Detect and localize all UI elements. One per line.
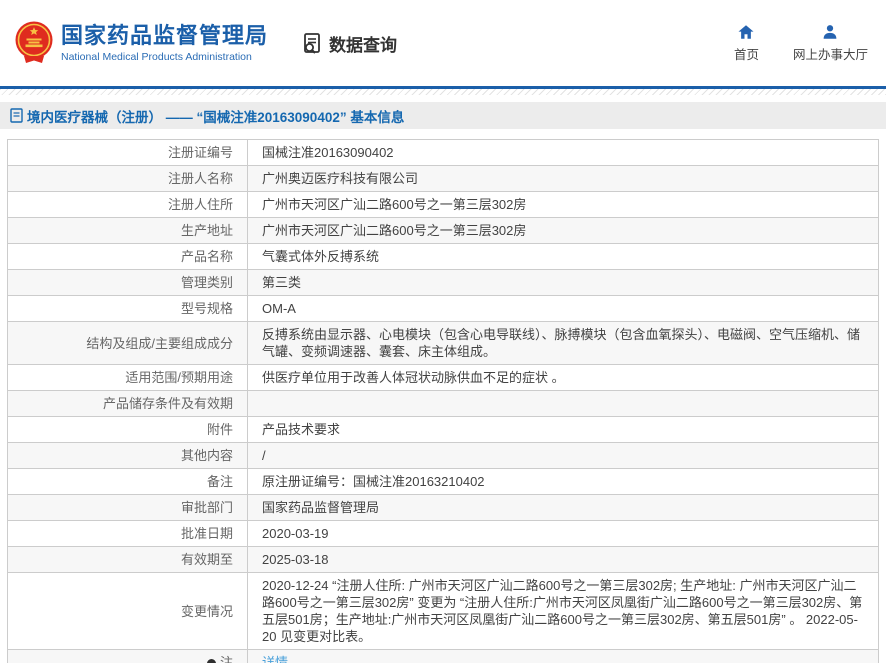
table-row: 产品名称 气囊式体外反搏系统 — [7, 243, 879, 270]
table-row: 备注 原注册证编号：国械注准20163210402 — [7, 468, 879, 495]
header: 国家药品监督管理局 National Medical Products Admi… — [0, 0, 886, 86]
table-row: 变更情况 2020-12-24 “注册人住所: 广州市天河区广汕二路600号之一第… — [7, 572, 879, 650]
row-value: 第三类 — [247, 269, 879, 296]
row-label: 其他内容 — [7, 442, 248, 469]
table-row: 注册人名称 广州奥迈医疗科技有限公司 — [7, 165, 879, 192]
table-row: 附件 产品技术要求 — [7, 416, 879, 443]
table-row: 审批部门 国家药品监督管理局 — [7, 494, 879, 521]
row-value: 2020-03-19 — [247, 520, 879, 547]
nav-home[interactable]: 首页 — [734, 23, 759, 63]
nav-service-hall[interactable]: 网上办事大厅 — [793, 23, 868, 63]
row-label: 审批部门 — [7, 494, 248, 521]
row-value: 2025-03-18 — [247, 546, 879, 573]
brand-logo-block[interactable]: 国家药品监督管理局 National Medical Products Admi… — [14, 20, 268, 66]
detail-link[interactable]: 详情 — [262, 655, 288, 663]
table-row: 有效期至 2025-03-18 — [7, 546, 879, 573]
row-value: 国械注准20163090402 — [247, 139, 879, 166]
breadcrumb-text: 境内医疗器械（注册） —— “国械注准20163090402” 基本信息 — [27, 109, 405, 125]
agency-title-zh: 国家药品监督管理局 — [61, 23, 269, 48]
document-search-icon — [304, 33, 320, 54]
row-label: 生产地址 — [7, 217, 248, 244]
row-value: 详情 — [247, 649, 879, 663]
row-label: 注册人名称 — [7, 165, 248, 192]
row-value: 产品技术要求 — [247, 416, 879, 443]
table-row: 注册人住所 广州市天河区广汕二路600号之一第三层302房 — [7, 191, 879, 218]
row-label: 产品名称 — [7, 243, 248, 270]
nav-hall-label: 网上办事大厅 — [792, 48, 868, 62]
table-row: 管理类别 第三类 — [7, 269, 879, 296]
registration-info-table-wrap: 注册证编号 国械注准20163090402 注册人名称 广州奥迈医疗科技有限公司 注册人… — [7, 139, 879, 663]
home-icon — [738, 25, 754, 39]
data-query-label: 数据查询 — [329, 35, 398, 55]
row-value: / — [247, 442, 879, 469]
info-table-body: 注册证编号 国械注准20163090402 注册人名称 广州奥迈医疗科技有限公司 注册人… — [7, 139, 879, 663]
row-label: 备注 — [7, 468, 248, 495]
row-label: 有效期至 — [7, 546, 248, 573]
registration-info-table: 注册证编号 国械注准20163090402 注册人名称 广州奥迈医疗科技有限公司 注册人… — [7, 139, 879, 663]
row-value: OM-A — [247, 295, 879, 322]
row-label: 结构及组成/主要组成成分 — [7, 321, 248, 365]
table-row: 结构及组成/主要组成成分 反搏系统由显示器、心电模块（包含心电导联线）、脉搏模块（… — [7, 321, 879, 365]
top-nav: 首页 网上办事大厅 — [734, 23, 872, 63]
row-label: 注 — [7, 649, 248, 663]
row-value: 国家药品监督管理局 — [247, 494, 879, 521]
row-label: 管理类别 — [7, 269, 248, 296]
row-value: 气囊式体外反搏系统 — [247, 243, 879, 270]
row-value: 供医疗单位用于改善人体冠状动脉供血不足的症状 。 — [247, 364, 879, 391]
row-value: 原注册证编号：国械注准20163210402 — [247, 468, 879, 495]
row-value: 广州市天河区广汕二路600号之一第三层302房 — [247, 217, 879, 244]
row-value: 反搏系统由显示器、心电模块（包含心电导联线）、脉搏模块（包含血氧探头）、电磁阀、… — [247, 321, 879, 365]
pin-icon — [205, 657, 218, 663]
row-value: 广州市天河区广汕二路600号之一第三层302房 — [247, 191, 879, 218]
user-icon — [824, 25, 837, 39]
table-row: 适用范围/预期用途 供医疗单位用于改善人体冠状动脉供血不足的症状 。 — [7, 364, 879, 391]
row-label: 变更情况 — [7, 572, 248, 650]
row-label: 型号规格 — [7, 295, 248, 322]
row-value: 广州奥迈医疗科技有限公司 — [247, 165, 879, 192]
data-query-link[interactable]: 数据查询 — [300, 31, 397, 56]
row-label: 产品储存条件及有效期 — [7, 390, 248, 417]
nav-home-label: 首页 — [733, 48, 759, 62]
brand-text: 国家药品监督管理局 National Medical Products Admi… — [61, 23, 268, 63]
agency-title-en: National Medical Products Administration — [61, 51, 252, 63]
row-label: 附件 — [7, 416, 248, 443]
national-emblem-icon — [15, 21, 53, 63]
row-label: 注册人住所 — [7, 191, 248, 218]
table-row: 产品储存条件及有效期 — [7, 390, 879, 417]
breadcrumb: 境内医疗器械（注册） —— “国械注准20163090402” 基本信息 — [0, 102, 886, 129]
table-row: 型号规格 OM-A — [7, 295, 879, 322]
row-label: 适用范围/预期用途 — [7, 364, 248, 391]
row-label: 注册证编号 — [7, 139, 248, 166]
table-row: 注 详情 — [7, 649, 879, 663]
row-label: 批准日期 — [7, 520, 248, 547]
row-value: 2020-12-24 “注册人住所: 广州市天河区广汕二路600号之一第三层30… — [247, 572, 879, 650]
table-row: 注册证编号 国械注准20163090402 — [7, 139, 879, 166]
table-row: 生产地址 广州市天河区广汕二路600号之一第三层302房 — [7, 217, 879, 244]
document-icon — [10, 108, 23, 123]
row-value — [247, 390, 879, 417]
table-row: 其他内容 / — [7, 442, 879, 469]
table-row: 批准日期 2020-03-19 — [7, 520, 879, 547]
